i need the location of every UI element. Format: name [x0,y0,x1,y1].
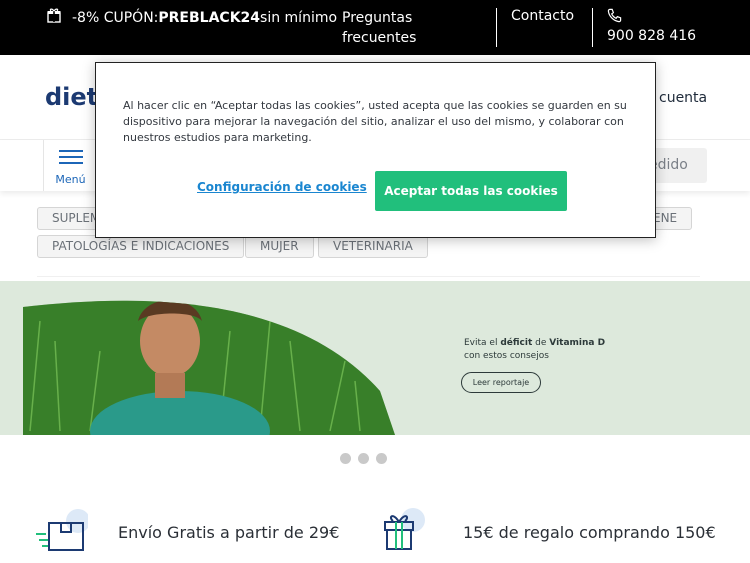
banner-text-part: déficit [500,338,533,348]
read-report-button[interactable]: Leer reportaje [461,372,541,393]
top-bar: -8% CUPÓN: PREBLACK24 sin mínimo Pregunt… [0,0,750,55]
coupon-suffix: sin mínimo [260,9,338,26]
hero-banner[interactable]: Evita el déficit de Vitamina D con estos… [0,281,750,435]
banner-subline: con estos consejos [464,351,549,361]
faq-link[interactable]: Preguntas frecuentes [342,8,462,48]
category-chip[interactable]: MUJER [245,235,314,258]
phone-number: 900 828 416 [607,28,697,44]
gift-icon [47,8,61,27]
cookie-text: Al hacer clic en “Aceptar todas las cook… [123,99,627,144]
gift-icon [383,508,429,556]
feature-text: 15€ de regalo comprando 150€ [463,522,716,542]
banner-text-part: Evita el [464,338,501,348]
banner-headline: Evita el déficit de Vitamina D con estos… [464,337,605,363]
banner-text-part: Vitamina D [549,338,606,348]
hamburger-icon [58,150,83,164]
carousel-dot[interactable] [340,453,351,464]
phone-link[interactable]: 900 828 416 [607,8,696,44]
banner-text-part: de [532,338,550,348]
carousel-dot[interactable] [376,453,387,464]
feature-gift: 15€ de regalo comprando 150€ [383,508,716,556]
coupon-code: PREBLACK24 [158,9,261,26]
feature-text: Envío Gratis a partir de 29€ [118,522,340,542]
separator [496,8,497,47]
accept-cookies-button[interactable]: Aceptar todas las cookies [375,171,567,211]
divider [37,276,700,277]
phone-icon [607,8,696,26]
coupon-prefix: -8% CUPÓN: [72,9,159,26]
category-chip[interactable]: VETERINARIA [318,235,428,258]
coupon-promo[interactable]: -8% CUPÓN: PREBLACK24 sin mínimo [47,8,337,27]
category-chip[interactable]: PATOLOGÍAS E INDICACIONES [37,235,245,258]
carousel-dot[interactable] [358,453,369,464]
menu-button[interactable]: Menú [43,140,98,191]
delivery-box-icon [36,508,90,556]
account-link[interactable]: cuenta [659,90,707,106]
cookie-consent-dialog: Al hacer clic en “Aceptar todas las cook… [95,62,656,238]
contact-link[interactable]: Contacto [511,8,574,24]
feature-free-shipping: Envío Gratis a partir de 29€ [36,508,339,556]
cookie-settings-link[interactable]: Configuración de cookies [197,180,367,194]
banner-photo [23,300,395,435]
separator [592,8,593,47]
menu-label: Menú [55,173,86,186]
carousel-dots [340,453,387,464]
